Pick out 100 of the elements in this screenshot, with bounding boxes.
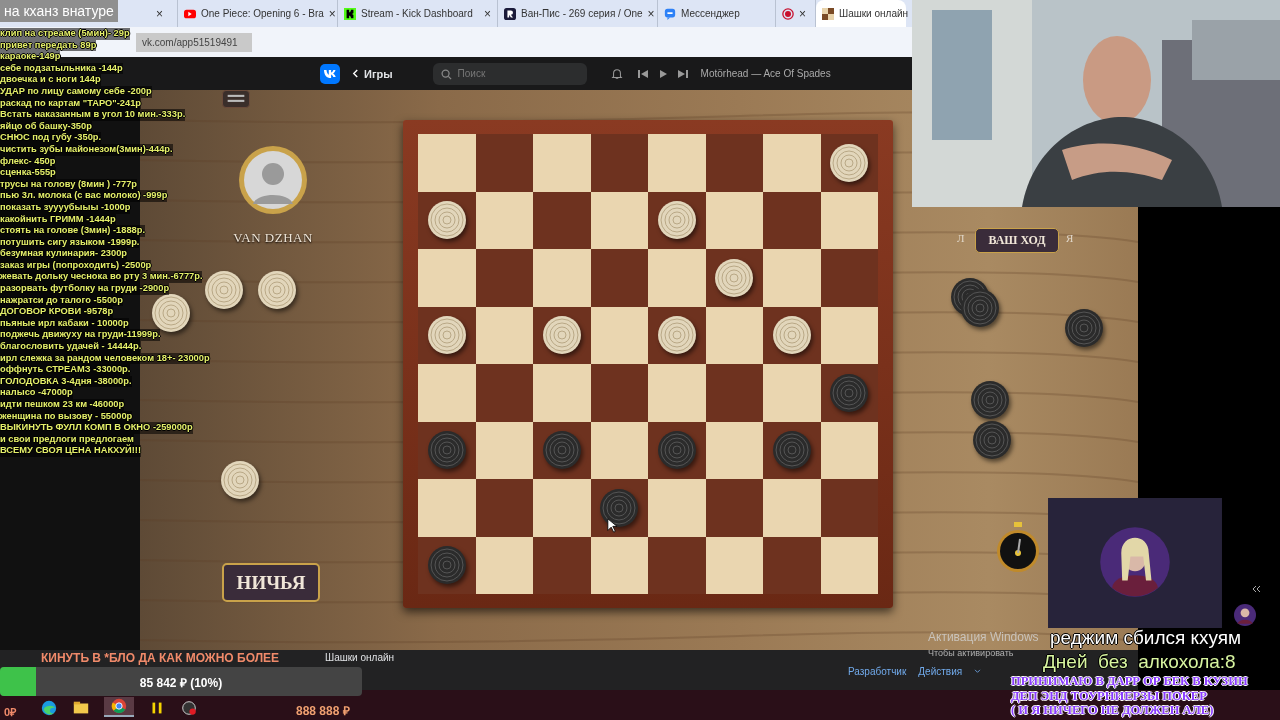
checker-piece[interactable] — [656, 315, 697, 356]
search-field[interactable]: Поиск — [432, 62, 587, 85]
browser-icon[interactable] — [40, 699, 58, 717]
browser-icon[interactable] — [110, 697, 128, 715]
goal-amount: 85 842 ₽ (10%) — [138, 675, 224, 691]
board-square[interactable] — [705, 249, 763, 307]
menu-icon — [227, 94, 245, 104]
board-square[interactable] — [418, 306, 476, 364]
chevron-down-icon — [974, 669, 982, 674]
price-list-item: яйцо об башку-350р — [0, 120, 92, 133]
checker-piece[interactable] — [541, 315, 582, 356]
price-list-item: налысо -47000р — [0, 387, 73, 399]
board-square[interactable] — [705, 191, 763, 249]
cursor-icon — [607, 518, 617, 533]
turn-badge: ВАШ ХОД — [975, 228, 1059, 253]
board-square[interactable] — [533, 306, 591, 364]
amount-label: 0₽ — [4, 705, 17, 719]
board-square[interactable] — [648, 306, 706, 364]
board-square[interactable] — [590, 421, 648, 479]
checker-piece[interactable] — [829, 372, 870, 413]
checker-piece[interactable] — [426, 315, 467, 356]
price-list-item: показать зуууубыыы -1000р — [0, 201, 131, 214]
app-icon[interactable] — [180, 699, 198, 717]
price-list-item: ГОЛОДОВКА 3-4дня -38000р. — [0, 375, 132, 388]
checker-piece[interactable] — [829, 142, 870, 183]
vk-logo-icon[interactable] — [320, 63, 340, 84]
price-list-item: ирл слежка за рандом человеком 18+- 23000р — [0, 352, 210, 365]
checker-piece[interactable] — [426, 430, 467, 471]
board-square[interactable] — [418, 191, 476, 249]
close-tab-button[interactable]: × — [484, 6, 491, 21]
checker-piece — [970, 380, 1010, 420]
board-square[interactable] — [820, 306, 878, 364]
price-list-item: стоять на голове (3мин) -1888р. — [0, 225, 145, 237]
checker-piece[interactable] — [599, 487, 640, 528]
price-list-item: ДОГОВОР КРОВИ -9578р — [0, 306, 114, 318]
collapse-icon[interactable] — [1251, 585, 1261, 593]
goal-title: КИНУТЬ В *БЛО ДА КАК МОЖНО БОЛЕЕ — [41, 651, 280, 665]
board-square[interactable] — [590, 306, 648, 364]
board-square[interactable] — [590, 191, 648, 249]
board-square[interactable] — [820, 421, 878, 479]
close-tab-button[interactable]: × — [799, 6, 806, 21]
play-icon — [184, 7, 196, 20]
board-square[interactable] — [820, 536, 878, 594]
avatar-icon — [1234, 604, 1256, 626]
footer-link[interactable]: Разработчик — [848, 666, 907, 677]
next-track-icon[interactable] — [676, 67, 689, 80]
checker-piece[interactable] — [771, 430, 812, 471]
label-fragment: Л — [957, 232, 965, 244]
address-field[interactable]: vk.com/app51519491 — [136, 32, 252, 52]
stopwatch-icon — [995, 522, 1041, 574]
amount-label: 888 888 ₽ — [296, 703, 350, 719]
checker-piece[interactable] — [426, 545, 467, 586]
app-name: Шашки онлайн — [325, 652, 395, 663]
board-square[interactable] — [705, 421, 763, 479]
notice-line: ( И Я НИЧЕГО НЕ ДОЛЖЕН АЛЕ) — [1011, 703, 1215, 718]
board-square[interactable] — [705, 536, 763, 594]
previous-track-icon[interactable] — [636, 67, 649, 80]
bell-icon[interactable] — [610, 67, 623, 80]
track-title[interactable]: Motörhead — Ace Of Spades — [700, 68, 831, 79]
board-square[interactable] — [475, 191, 533, 249]
board-square[interactable] — [475, 306, 533, 364]
price-list-item: безумная кулинария- 2300р — [0, 248, 127, 260]
footer-link[interactable]: Действия — [918, 666, 963, 677]
draw-button[interactable]: НИЧЬЯ — [222, 563, 320, 602]
price-list-item: женщина по вызову - 55000р — [0, 410, 133, 423]
board-square[interactable] — [648, 191, 706, 249]
board-square[interactable] — [820, 191, 878, 249]
board-square[interactable] — [590, 536, 648, 594]
close-tab-button[interactable]: × — [156, 6, 163, 21]
price-list-item: раскад по картам "ТАРО"-241р — [0, 97, 141, 110]
close-tab-button[interactable]: × — [328, 6, 336, 21]
board-square[interactable] — [820, 134, 878, 192]
price-list-item: ВЫКИНУТЬ ФУЛЛ КОМП В ОКНО -259000р — [0, 422, 193, 434]
checker-piece[interactable] — [714, 257, 755, 298]
menu-button[interactable] — [222, 90, 250, 108]
board-square[interactable] — [590, 479, 648, 537]
label-fragment: Я — [1066, 232, 1074, 244]
back-link[interactable]: Игры — [352, 67, 393, 80]
stream-title: на кханз внатуре — [0, 0, 118, 22]
board-square[interactable] — [475, 421, 533, 479]
notice-line: ПРИНИМАЮ В ДАРР ОР БЕК В КУЗИН — [1011, 674, 1248, 689]
price-list-item: жевать дольку чеснока во рту 3 мин.-6777р. — [0, 271, 203, 284]
price-list-item: клип на стреаме (5мин)- 29р — [0, 28, 130, 40]
price-list-item: сценка-555р — [0, 167, 56, 179]
counter-text: Дней без алкохола:8 — [1043, 651, 1236, 673]
price-list-item: Встать наказанным в угол 10 мин.-333р. — [0, 109, 186, 121]
price-list-item: СНЮС под губу -350р. — [0, 132, 102, 144]
price-list-item: двоечка и с ноги 144р — [0, 74, 101, 86]
board-square[interactable] — [705, 306, 763, 364]
board-square[interactable] — [475, 536, 533, 594]
notice-line: ДЕП ЭНД ТОУРНИЕРЗЫ ПОКЕР — [1011, 688, 1208, 703]
checker-piece[interactable] — [426, 200, 467, 241]
checker-piece[interactable] — [656, 200, 697, 241]
close-tab-button[interactable]: × — [647, 6, 655, 21]
checker-piece[interactable] — [541, 430, 582, 471]
price-list-item: флекс- 450р — [0, 155, 56, 168]
board-square[interactable] — [763, 306, 821, 364]
checker-piece[interactable] — [771, 315, 812, 356]
browser-tab[interactable]: Шашки онлайн — [816, 0, 906, 27]
checker-piece[interactable] — [656, 430, 697, 471]
